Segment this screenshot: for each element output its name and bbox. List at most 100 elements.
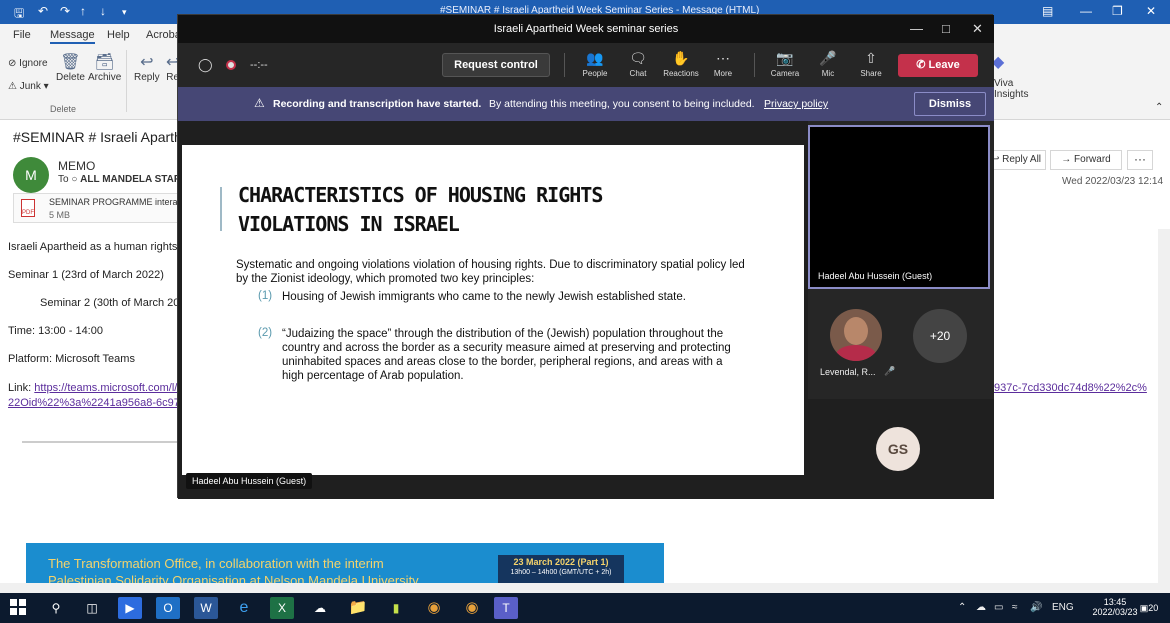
meeting-toolbar: ◯ --:-- Request control 👥 People 🗨 Chat … bbox=[178, 43, 994, 87]
reply-all-button[interactable]: ↩ Reply All bbox=[986, 150, 1046, 170]
meeting-link-line-2[interactable]: 22Oid%22%3a%2241a956a8-6c97 bbox=[8, 397, 180, 409]
undo-icon[interactable]: ↶ bbox=[38, 4, 48, 18]
people-icon: 👥 bbox=[586, 50, 604, 66]
camera-button[interactable]: 📷 Camera bbox=[763, 49, 807, 78]
body-time: Time: 13:00 - 14:00 bbox=[8, 325, 103, 337]
reactions-button[interactable]: ✋ Reactions bbox=[659, 49, 703, 78]
forward-button[interactable]: → Forward bbox=[1050, 150, 1122, 170]
toolbar-separator bbox=[754, 53, 755, 77]
maximize-icon[interactable]: □ bbox=[942, 21, 950, 36]
shield-icon[interactable]: ◯ bbox=[198, 57, 213, 73]
more-button[interactable]: ⋯ More bbox=[701, 49, 745, 78]
attachment-card[interactable]: PDF SEMINAR PROGRAMME interactive.pdf 5 … bbox=[13, 193, 211, 223]
language-indicator[interactable]: ENG bbox=[1052, 602, 1074, 613]
wifi-icon[interactable]: ≈ bbox=[1012, 602, 1018, 613]
task-view-icon[interactable]: ◫ bbox=[80, 597, 104, 619]
excel-app-icon[interactable]: X bbox=[270, 597, 294, 619]
body-platform: Platform: Microsoft Teams bbox=[8, 353, 135, 365]
trash-icon: 🗑 bbox=[60, 54, 81, 71]
people-button[interactable]: 👥 People bbox=[573, 49, 617, 78]
chrome-app-icon[interactable]: ◉ bbox=[422, 597, 446, 619]
privacy-policy-link[interactable]: Privacy policy bbox=[764, 98, 828, 110]
delete-button[interactable]: 🗑 Delete bbox=[56, 52, 85, 83]
participant-name: Levendal, R... bbox=[820, 367, 876, 377]
reply-button[interactable]: ↩ Reply bbox=[134, 52, 160, 83]
restore-icon[interactable]: ❐ bbox=[1112, 4, 1123, 18]
up-arrow-icon[interactable]: ↑ bbox=[80, 4, 86, 18]
outlook-app-icon[interactable]: O bbox=[156, 597, 180, 619]
clock-time: 13:45 bbox=[1103, 597, 1127, 607]
customize-icon[interactable]: ▾ bbox=[122, 7, 127, 18]
junk-button[interactable]: ⚠ Junk ▾ bbox=[8, 81, 49, 92]
menu-message[interactable]: Message bbox=[50, 29, 95, 44]
clock[interactable]: 13:45 2022/03/23 bbox=[1088, 597, 1142, 617]
speaker-video-tile[interactable]: Hadeel Abu Hussein (Guest) bbox=[808, 125, 990, 289]
presentation-slide: CHARACTERISTICS OF HOUSING RIGHTS VIOLAT… bbox=[182, 145, 804, 475]
sender-avatar[interactable]: M bbox=[13, 157, 49, 193]
search-icon[interactable]: ⚲ bbox=[44, 597, 68, 619]
to-label: To bbox=[58, 174, 69, 185]
battery-icon[interactable]: ▭ bbox=[994, 602, 1003, 613]
menu-help[interactable]: Help bbox=[107, 29, 130, 41]
participants-panel: Hadeel Abu Hussein (Guest) Levendal, R..… bbox=[808, 121, 994, 499]
meeting-title: Israeli Apartheid Week seminar series bbox=[493, 23, 679, 35]
start-button[interactable] bbox=[10, 599, 26, 615]
file-explorer-icon[interactable]: 📁 bbox=[346, 597, 370, 619]
teams-title-bar: Israeli Apartheid Week seminar series — … bbox=[178, 15, 994, 43]
body-seminar-1: Seminar 1 (23rd of March 2022) bbox=[8, 269, 164, 281]
vertical-scrollbar[interactable] bbox=[1158, 229, 1170, 583]
archive-button[interactable]: 🗃 Archive bbox=[88, 52, 121, 83]
meeting-timer: --:-- bbox=[250, 59, 268, 71]
meeting-link-continued[interactable]: 937c-7cd330dc74d8%22%2c% bbox=[994, 382, 1147, 394]
tray-overflow-icon[interactable]: ⌃ bbox=[958, 602, 966, 613]
share-button[interactable]: ⇧ Share bbox=[849, 49, 893, 78]
slide-point-2-number: (2) bbox=[258, 327, 273, 339]
slide-intro: Systematic and ongoing violations violat… bbox=[236, 259, 745, 285]
people-label: People bbox=[582, 69, 608, 78]
chat-label: Chat bbox=[629, 69, 647, 78]
self-avatar[interactable]: GS bbox=[876, 427, 920, 471]
menu-file[interactable]: File bbox=[13, 29, 31, 41]
notice-text: By attending this meeting, you consent t… bbox=[489, 98, 755, 110]
mic-button[interactable]: 🎤 Mic bbox=[806, 49, 850, 78]
zoom-app-icon[interactable]: ▶ bbox=[118, 597, 142, 619]
ignore-button[interactable]: ⊘ Ignore bbox=[8, 58, 48, 69]
sender-name[interactable]: MEMO bbox=[58, 159, 95, 173]
banner-time: 13h00 – 14h00 (GMT/UTC + 2h) bbox=[510, 569, 612, 576]
chat-button[interactable]: 🗨 Chat bbox=[616, 49, 660, 78]
more-participants-button[interactable]: +20 bbox=[913, 309, 967, 363]
notes-app-icon[interactable]: ▮ bbox=[384, 597, 408, 619]
dismiss-button[interactable]: Dismiss bbox=[914, 92, 986, 116]
ignore-label: Ignore bbox=[19, 58, 48, 69]
close-icon[interactable]: ✕ bbox=[972, 21, 983, 37]
network-app-icon[interactable]: ☁ bbox=[308, 597, 332, 619]
teams-app-icon[interactable]: T bbox=[494, 597, 518, 619]
notice-bold-text: Recording and transcription have started… bbox=[273, 98, 482, 110]
minimize-icon[interactable]: — bbox=[1080, 4, 1092, 18]
onedrive-icon[interactable]: ☁ bbox=[976, 602, 986, 613]
shared-content-stage: CHARACTERISTICS OF HOUSING RIGHTS VIOLAT… bbox=[178, 121, 808, 499]
chat-icon: 🗨 bbox=[629, 50, 647, 66]
edge-app-icon[interactable]: e bbox=[232, 597, 256, 619]
presenter-name-tag: Hadeel Abu Hussein (Guest) bbox=[186, 473, 313, 489]
more-actions-button[interactable]: ··· bbox=[1127, 150, 1153, 170]
chrome-app-icon-2[interactable]: ◉ bbox=[460, 597, 484, 619]
slide-title-line-1: CHARACTERISTICS OF HOUSING RIGHTS bbox=[238, 183, 603, 207]
participant-avatar[interactable] bbox=[830, 309, 882, 361]
close-icon[interactable]: ✕ bbox=[1146, 4, 1156, 18]
save-icon[interactable]: 🖫 bbox=[14, 4, 24, 25]
down-arrow-icon[interactable]: ↓ bbox=[100, 4, 106, 18]
horizontal-scrollbar[interactable] bbox=[0, 583, 1170, 593]
collapse-ribbon-icon[interactable]: ⌃ bbox=[1155, 102, 1163, 113]
leave-button[interactable]: ✆ Leave bbox=[898, 54, 978, 77]
notifications-button[interactable]: ▣20 bbox=[1138, 599, 1160, 617]
redo-icon[interactable]: ↷ bbox=[60, 4, 70, 18]
minimize-icon[interactable]: — bbox=[910, 21, 923, 36]
volume-icon[interactable]: 🔊 bbox=[1030, 602, 1042, 613]
request-control-button[interactable]: Request control bbox=[442, 53, 550, 77]
slide-title: CHARACTERISTICS OF HOUSING RIGHTS VIOLAT… bbox=[238, 181, 758, 239]
ribbon-display-icon[interactable]: ▤ bbox=[1042, 4, 1053, 18]
reply-all-label: Reply All bbox=[1002, 154, 1042, 165]
to-recipient[interactable]: ALL MANDELA STAFF bbox=[80, 174, 186, 185]
word-app-icon[interactable]: W bbox=[194, 597, 218, 619]
